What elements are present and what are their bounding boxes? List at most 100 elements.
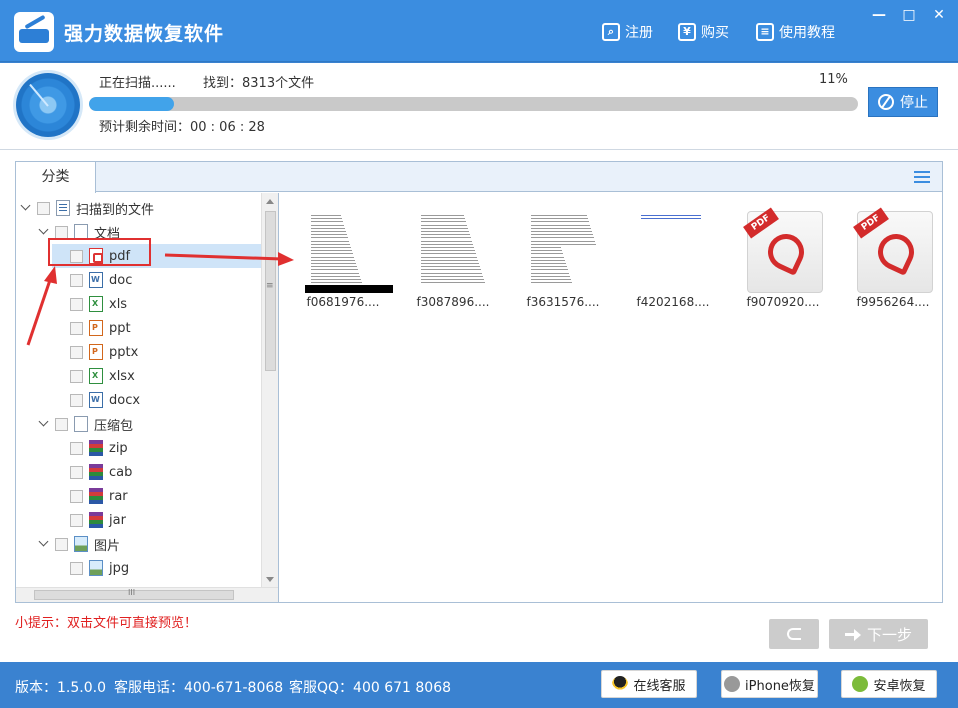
archive-icon (89, 440, 103, 456)
archive-icon (89, 512, 103, 528)
checkbox[interactable] (70, 562, 83, 575)
results-box: 分类 扫描到的文件 文档 pdf (15, 161, 943, 603)
tree-item-pptx[interactable]: pptx (70, 340, 138, 364)
menu-icon[interactable] (914, 171, 930, 184)
content-area: 分类 扫描到的文件 文档 pdf (0, 149, 958, 662)
tree-vertical-scrollbar[interactable]: ≡ (261, 193, 278, 588)
register-link[interactable]: ⌕ 注册 (602, 21, 653, 43)
checkbox[interactable] (70, 514, 83, 527)
tree-item-rar[interactable]: rar (70, 484, 128, 508)
tree-item-label: xls (109, 297, 127, 312)
found-count: 找到：8313个文件 (203, 72, 314, 91)
book-icon: ≡ (756, 23, 774, 41)
online-support-label: 在线客服 (633, 675, 685, 694)
scroll-down-icon[interactable] (266, 577, 274, 582)
file-card[interactable]: f3631576.... (515, 199, 611, 309)
stop-button[interactable]: 停止 (868, 87, 938, 117)
checkbox[interactable] (70, 466, 83, 479)
tree-item-images[interactable]: 图片 (38, 532, 120, 556)
arrow-right-icon (845, 628, 861, 640)
close-button[interactable]: ✕ (926, 6, 952, 26)
file-card[interactable]: PDF f9956264.... (845, 199, 941, 309)
tree-item-docx[interactable]: docx (70, 388, 140, 412)
tree-item-jpg[interactable]: jpg (70, 556, 129, 580)
image-icon (74, 536, 88, 552)
tree-item-label: jpg (109, 561, 129, 576)
checkbox[interactable] (37, 202, 50, 215)
tree-item-cab[interactable]: cab (70, 460, 132, 484)
tree-item-label: cab (109, 465, 132, 480)
checkbox[interactable] (70, 370, 83, 383)
apple-icon (724, 676, 740, 692)
tree-item-xlsx[interactable]: xlsx (70, 364, 135, 388)
file-card[interactable]: f4202168.... (625, 199, 721, 309)
online-support-button[interactable]: 在线客服 (601, 670, 697, 698)
back-button[interactable] (769, 619, 819, 649)
scan-status: 正在扫描...... (99, 72, 176, 91)
tree-item-label: 压缩包 (94, 415, 133, 434)
progress-bar (89, 97, 858, 111)
checkbox[interactable] (55, 538, 68, 551)
scroll-grip: ≡ (266, 281, 274, 291)
annotation-highlight-box (48, 238, 151, 266)
buy-link[interactable]: ¥ 购买 (678, 21, 729, 43)
document-icon (74, 416, 88, 432)
file-thumbnails: f0681976.... f3087896.... f3631576.... f… (280, 193, 942, 602)
tree-item-jar[interactable]: jar (70, 508, 126, 532)
checkbox[interactable] (70, 442, 83, 455)
checkbox[interactable] (55, 226, 68, 239)
pdf-badge: PDF (743, 208, 779, 239)
stop-icon (878, 94, 894, 110)
iphone-recovery-label: iPhone恢复 (745, 675, 815, 694)
tutorial-link[interactable]: ≡ 使用教程 (756, 21, 835, 43)
tab-category[interactable]: 分类 (16, 162, 96, 193)
radar-icon (16, 73, 80, 137)
checkbox[interactable] (55, 418, 68, 431)
service-qq: 客服QQ：400 671 8068 (289, 677, 451, 697)
tree-item-doc[interactable]: doc (70, 268, 132, 292)
file-name: f3631576.... (515, 295, 611, 309)
collapse-icon[interactable] (38, 418, 50, 430)
tree-horizontal-scrollbar[interactable]: III (16, 587, 278, 602)
tree-item-label: ppt (109, 321, 131, 336)
app-logo-icon (14, 12, 54, 52)
scroll-thumb[interactable] (265, 211, 276, 371)
powerpoint-icon (89, 344, 103, 360)
progress-fill (89, 97, 174, 111)
next-step-button[interactable]: 下一步 (829, 619, 928, 649)
minimize-button[interactable]: — (866, 6, 892, 26)
file-card[interactable]: f3087896.... (405, 199, 501, 309)
checkbox[interactable] (70, 274, 83, 287)
list-icon (56, 200, 70, 216)
buy-label: 购买 (701, 22, 729, 42)
pdf-badge: PDF (853, 208, 889, 239)
excel-icon (89, 368, 103, 384)
tree-item-zip[interactable]: zip (70, 436, 128, 460)
collapse-icon[interactable] (38, 538, 50, 550)
checkbox[interactable] (70, 394, 83, 407)
android-recovery-button[interactable]: 安卓恢复 (841, 670, 937, 698)
tree-item-ppt[interactable]: ppt (70, 316, 131, 340)
preview-hint: 小提示：双击文件可直接预览！ (15, 612, 197, 631)
checkbox[interactable] (70, 322, 83, 335)
file-card[interactable]: f0681976.... (295, 199, 391, 309)
qq-penguin-icon (612, 676, 628, 692)
collapse-icon[interactable] (38, 226, 50, 238)
tree-item-label: rar (109, 489, 128, 504)
iphone-recovery-button[interactable]: iPhone恢复 (721, 670, 818, 698)
file-card[interactable]: PDF f9070920.... (735, 199, 831, 309)
file-name: f9070920.... (735, 295, 831, 309)
collapse-icon[interactable] (20, 202, 32, 214)
scroll-up-icon[interactable] (266, 199, 274, 204)
tree-item-archives[interactable]: 压缩包 (38, 412, 133, 436)
maximize-button[interactable]: □ (896, 6, 922, 26)
scan-panel: 正在扫描...... 找到：8313个文件 11% 预计剩余时间：00 : 06… (0, 63, 958, 149)
tree-root[interactable]: 扫描到的文件 (20, 196, 154, 220)
tree-root-label: 扫描到的文件 (76, 199, 154, 218)
checkbox[interactable] (70, 298, 83, 311)
tree-item-xls[interactable]: xls (70, 292, 127, 316)
checkbox[interactable] (70, 346, 83, 359)
file-name: f3087896.... (405, 295, 501, 309)
checkbox[interactable] (70, 490, 83, 503)
powerpoint-icon (89, 320, 103, 336)
